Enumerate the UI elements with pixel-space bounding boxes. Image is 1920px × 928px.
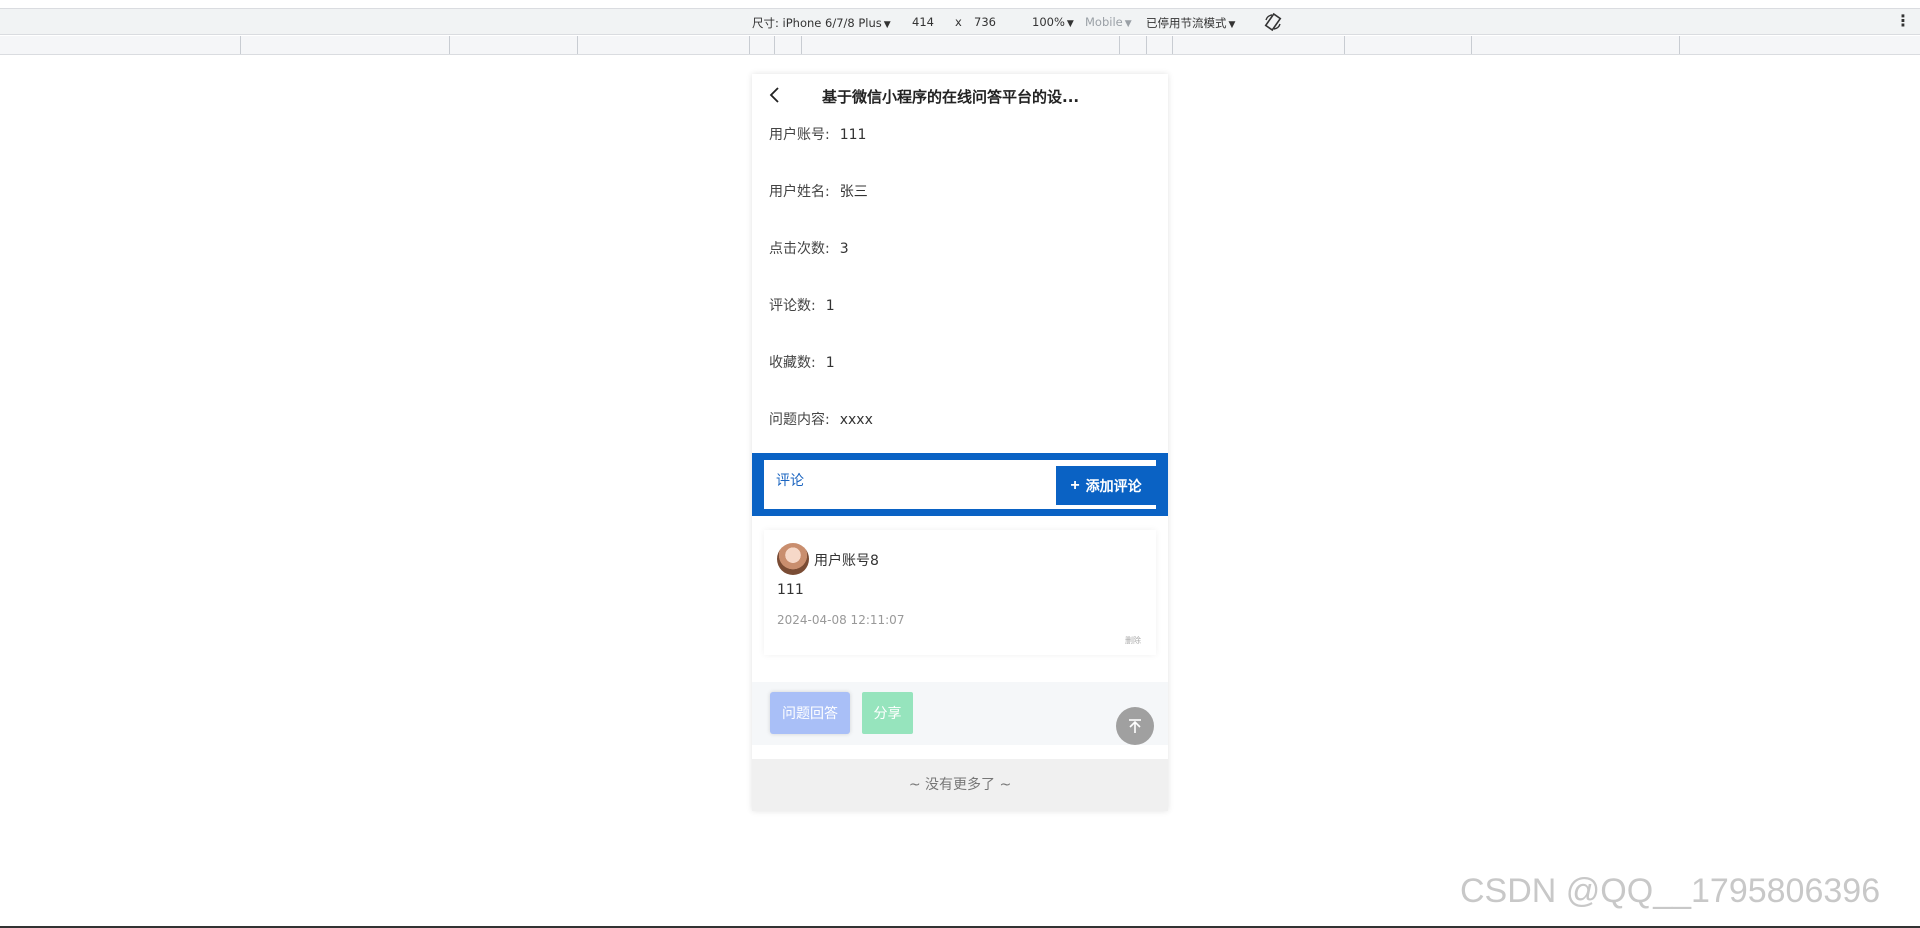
caret-down-icon: ▼ <box>883 20 891 30</box>
info-label: 收藏数: <box>769 355 816 371</box>
more-options-icon[interactable]: ⋮ <box>1895 13 1911 29</box>
info-label: 用户账号: <box>769 127 830 143</box>
comment-item: 用户账号8 111 2024-04-08 12:11:07 删除 <box>764 530 1156 655</box>
comment-user: 用户账号8 <box>814 553 879 569</box>
caret-down-icon: ▼ <box>1124 19 1132 29</box>
phone-viewport: 基于微信小程序的在线问答平台的设... 用户账号: 111 用户姓名: 张三 点击次… <box>752 74 1168 811</box>
add-comment-button[interactable]: + 添加评论 <box>1056 466 1156 505</box>
caret-down-icon: ▼ <box>1066 19 1074 29</box>
info-label: 点击次数: <box>769 241 830 257</box>
comment-time: 2024-04-08 12:11:07 <box>777 613 905 627</box>
back-icon[interactable] <box>766 86 784 104</box>
info-value: xxxx <box>839 412 873 428</box>
info-row-account: 用户账号: 111 <box>769 124 866 144</box>
device-select[interactable]: 尺寸: iPhone 6/7/8 Plus ▼ <box>752 15 891 31</box>
info-row-clicks: 点击次数: 3 <box>769 238 849 258</box>
add-comment-label: 添加评论 <box>1085 477 1142 494</box>
share-button[interactable]: 分享 <box>862 692 913 734</box>
info-value: 张三 <box>839 184 868 200</box>
arrow-up-icon <box>1129 719 1141 733</box>
info-label: 评论数: <box>769 298 816 314</box>
nav-bar: 基于微信小程序的在线问答平台的设... <box>752 74 1168 116</box>
comment-header-bar: 评论 + 添加评论 <box>752 453 1168 516</box>
caret-down-icon: ▼ <box>1228 20 1236 30</box>
info-row-comments: 评论数: 1 <box>769 295 835 315</box>
delete-comment-button[interactable]: 删除 <box>1125 635 1141 646</box>
times-separator: x <box>955 15 962 29</box>
tab-comments[interactable]: 评论 <box>776 470 804 490</box>
info-value: 111 <box>839 127 867 143</box>
plus-icon: + <box>1070 476 1080 494</box>
answer-question-button[interactable]: 问题回答 <box>770 692 850 734</box>
media-query-ruler <box>0 36 1920 55</box>
avatar <box>777 543 809 575</box>
info-value: 3 <box>839 241 849 257</box>
mode-select[interactable]: Mobile ▼ <box>1085 15 1132 29</box>
watermark: CSDN @QQ__1795806396 <box>1460 872 1881 910</box>
mode-label: Mobile <box>1085 15 1123 29</box>
info-value: 1 <box>825 298 835 314</box>
action-bar: 问题回答 分享 <box>752 682 1168 745</box>
info-row-favorites: 收藏数: 1 <box>769 352 835 372</box>
throttle-label: 已停用节流模式 <box>1146 16 1227 30</box>
throttle-select[interactable]: 已停用节流模式 ▼ <box>1146 15 1235 31</box>
height-input[interactable]: 736 <box>974 15 996 29</box>
zoom-select[interactable]: 100% ▼ <box>1032 15 1074 29</box>
comment-header-inner: 评论 + 添加评论 <box>764 460 1156 509</box>
info-row-content: 问题内容: xxxx <box>769 409 873 429</box>
comment-content: 111 <box>777 582 804 598</box>
devtools-toolbar: 尺寸: iPhone 6/7/8 Plus ▼ 414 x 736 100% ▼ M… <box>0 8 1920 35</box>
rotate-icon[interactable] <box>1263 12 1283 32</box>
info-value: 1 <box>825 355 835 371</box>
back-to-top-button[interactable] <box>1116 707 1154 745</box>
info-label: 用户姓名: <box>769 184 830 200</box>
page-title: 基于微信小程序的在线问答平台的设... <box>822 88 1080 106</box>
info-label: 问题内容: <box>769 412 830 428</box>
info-row-name: 用户姓名: 张三 <box>769 181 868 201</box>
width-input[interactable]: 414 <box>912 15 934 29</box>
no-more-footer: ~ 没有更多了 ~ <box>752 759 1168 811</box>
device-label: 尺寸: iPhone 6/7/8 Plus <box>752 16 882 30</box>
zoom-label: 100% <box>1032 15 1065 29</box>
